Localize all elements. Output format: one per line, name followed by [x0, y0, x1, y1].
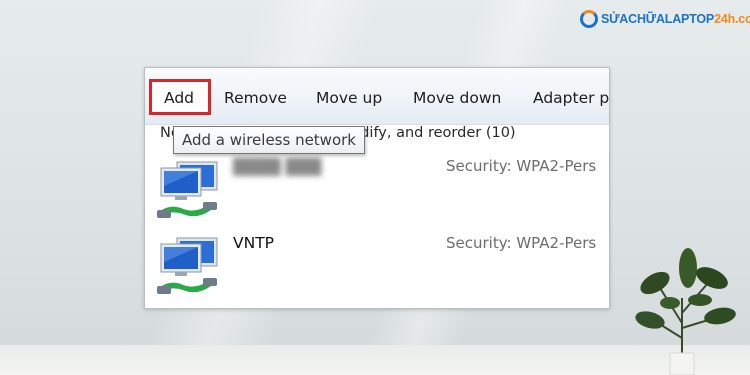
- move-up-button[interactable]: Move up: [316, 87, 382, 109]
- wireless-network-icon: [157, 237, 218, 294]
- brand-logo: SỬACHỮALAPTOP24h.com: [580, 10, 750, 28]
- logo-text-main: SỬACHỮALAPTOP: [601, 12, 715, 26]
- network-security: Security: WPA2-Pers: [446, 157, 597, 175]
- network-row[interactable]: ████ ███ Security: WPA2-Pers: [145, 156, 609, 232]
- toolbar: Add Remove Move up Move down Adapter p: [145, 68, 609, 125]
- logo-text-domain: 24h.com: [714, 12, 750, 26]
- logo-text: SỬACHỮALAPTOP24h.com: [601, 12, 750, 26]
- manage-wireless-networks-window: Add Remove Move up Move down Adapter p N…: [144, 67, 610, 309]
- add-tooltip: Add a wireless network: [173, 126, 365, 154]
- network-row[interactable]: VNTP Security: WPA2-Pers: [145, 234, 609, 308]
- logo-icon: [580, 10, 598, 28]
- network-name: VNTP: [233, 234, 275, 252]
- network-name: ████ ███: [233, 158, 322, 176]
- move-down-button[interactable]: Move down: [413, 87, 501, 109]
- wireless-network-icon: [157, 161, 218, 218]
- plant-icon: [635, 248, 736, 375]
- adapter-properties-button[interactable]: Adapter p: [533, 87, 609, 109]
- add-button[interactable]: Add: [164, 87, 194, 109]
- remove-button[interactable]: Remove: [224, 87, 287, 109]
- network-security: Security: WPA2-Pers: [446, 234, 597, 252]
